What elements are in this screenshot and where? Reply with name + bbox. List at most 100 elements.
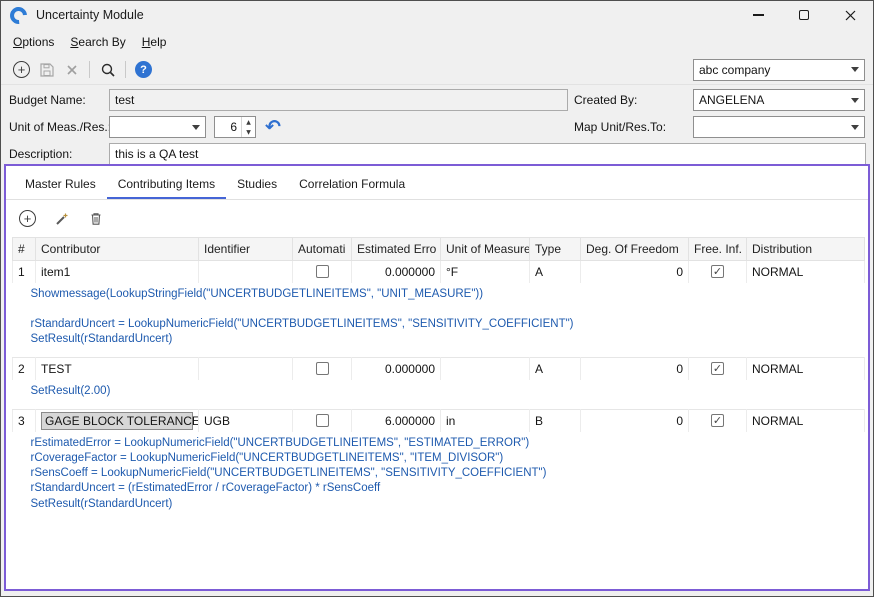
automatic-cell[interactable]: ✓: [293, 261, 352, 283]
free-inf-checkbox[interactable]: ✓: [711, 414, 724, 427]
add-button[interactable]: +: [9, 57, 34, 82]
automatic-checkbox[interactable]: ✓: [316, 362, 329, 375]
automatic-cell[interactable]: ✓: [293, 358, 352, 380]
unit-of-meas-select[interactable]: [109, 116, 206, 138]
contributing-items-panel: Master Rules Contributing Items Studies …: [4, 164, 870, 591]
distribution-cell[interactable]: NORMAL: [747, 409, 865, 432]
type-cell[interactable]: A: [530, 358, 581, 380]
created-by-dropdown-arrow[interactable]: [846, 90, 864, 110]
distribution-cell[interactable]: NORMAL: [747, 261, 865, 283]
col-header-distribution[interactable]: Distribution: [747, 238, 865, 261]
close-button[interactable]: [827, 1, 873, 29]
company-select[interactable]: abc company: [693, 59, 865, 81]
tab-master-rules[interactable]: Master Rules: [14, 170, 107, 199]
type-cell[interactable]: B: [530, 409, 581, 432]
menu-help[interactable]: Help: [134, 31, 175, 53]
map-unit-dropdown-arrow[interactable]: [846, 117, 864, 137]
table-row: 1 item1 ✓ 0.000000 °F A 0 ✓ NORMAL: [13, 261, 865, 283]
row-number[interactable]: 1: [13, 261, 36, 283]
col-header-contributor[interactable]: Contributor: [36, 238, 199, 261]
chevron-down-icon: [851, 67, 859, 72]
minimize-button[interactable]: [735, 1, 781, 29]
dof-cell[interactable]: 0: [581, 409, 689, 432]
free-inf-cell[interactable]: ✓: [689, 261, 747, 283]
add-item-button[interactable]: +: [15, 206, 40, 231]
col-header-unit[interactable]: Unit of Measure: [441, 238, 530, 261]
identifier-cell[interactable]: [199, 261, 293, 283]
col-header-estimated-error[interactable]: Estimated Erro: [352, 238, 441, 261]
estimated-error-cell[interactable]: 0.000000: [352, 358, 441, 380]
resolution-stepper[interactable]: 6 ▲ ▼: [214, 116, 256, 138]
unit-cell[interactable]: in: [441, 409, 530, 432]
row-number[interactable]: 3: [13, 409, 36, 432]
col-header-dof[interactable]: Deg. Of Freedom: [581, 238, 689, 261]
col-header-automatic[interactable]: Automati: [293, 238, 352, 261]
dof-cell[interactable]: 0: [581, 358, 689, 380]
budget-form: Budget Name: Created By: ANGELENA Unit o…: [1, 85, 873, 165]
table-row: 2 TEST ✓ 0.000000 A 0 ✓ NORMAL: [13, 358, 865, 380]
automatic-cell[interactable]: ✓: [293, 409, 352, 432]
tab-contributing-items[interactable]: Contributing Items: [107, 170, 226, 199]
unit-of-meas-dropdown-arrow[interactable]: [187, 117, 205, 137]
automatic-checkbox[interactable]: ✓: [316, 414, 329, 427]
edit-formula-button[interactable]: [49, 206, 74, 231]
row-number[interactable]: 2: [13, 358, 36, 380]
maximize-icon: [799, 10, 809, 20]
contributor-edit-field[interactable]: GAGE BLOCK TOLERANCE: [41, 412, 193, 430]
table-header-row: # Contributor Identifier Automati Estima…: [13, 238, 865, 261]
free-inf-checkbox[interactable]: ✓: [711, 362, 724, 375]
company-dropdown-arrow[interactable]: [846, 60, 864, 80]
app-window: Uncertainty Module Options Search By Hel…: [0, 0, 874, 597]
identifier-cell[interactable]: UGB: [199, 409, 293, 432]
rule-code[interactable]: Showmessage(LookupStringField("UNCERTBUD…: [13, 283, 865, 358]
help-button[interactable]: ?: [131, 57, 156, 82]
free-inf-cell[interactable]: ✓: [689, 358, 747, 380]
distribution-cell[interactable]: NORMAL: [747, 358, 865, 380]
undo-button[interactable]: ↶: [265, 117, 281, 137]
delete-button[interactable]: [59, 57, 84, 82]
col-header-free-inf[interactable]: Free. Inf.: [689, 238, 747, 261]
menu-search-by[interactable]: Search By: [62, 31, 133, 53]
free-inf-cell[interactable]: ✓: [689, 409, 747, 432]
created-by-select[interactable]: ANGELENA: [693, 89, 865, 111]
resolution-value: 6: [215, 117, 241, 137]
maximize-button[interactable]: [781, 1, 827, 29]
col-header-identifier[interactable]: Identifier: [199, 238, 293, 261]
wand-icon: [54, 211, 70, 227]
description-input[interactable]: [109, 143, 866, 165]
estimated-error-cell[interactable]: 0.000000: [352, 261, 441, 283]
delete-item-button[interactable]: [83, 206, 108, 231]
col-header-type[interactable]: Type: [530, 238, 581, 261]
automatic-checkbox[interactable]: ✓: [316, 265, 329, 278]
grid-toolbar: +: [6, 200, 868, 236]
rule-code[interactable]: rEstimatedError = LookupNumericField("UN…: [13, 432, 865, 522]
close-icon: [845, 10, 856, 21]
estimated-error-cell[interactable]: 6.000000: [352, 409, 441, 432]
tab-studies[interactable]: Studies: [226, 170, 288, 199]
dof-cell[interactable]: 0: [581, 261, 689, 283]
budget-name-label: Budget Name:: [9, 93, 86, 107]
rule-code[interactable]: SetResult(2.00): [13, 380, 865, 410]
contributor-cell[interactable]: TEST: [36, 358, 199, 380]
rule-code-row: SetResult(2.00): [13, 380, 865, 410]
toolbar-separator: [89, 61, 90, 78]
menu-options[interactable]: Options: [5, 31, 62, 53]
toolbar-separator: [125, 61, 126, 78]
unit-cell[interactable]: °F: [441, 261, 530, 283]
minimize-icon: [753, 14, 764, 15]
spin-down-icon[interactable]: ▼: [242, 127, 255, 137]
add-icon: +: [13, 61, 30, 78]
search-button[interactable]: [95, 57, 120, 82]
budget-name-input[interactable]: [109, 89, 568, 111]
spin-up-icon[interactable]: ▲: [242, 117, 255, 127]
col-header-number[interactable]: #: [13, 238, 36, 261]
map-unit-select[interactable]: [693, 116, 865, 138]
tab-correlation-formula[interactable]: Correlation Formula: [288, 170, 416, 199]
identifier-cell[interactable]: [199, 358, 293, 380]
contributor-cell[interactable]: item1: [36, 261, 199, 283]
type-cell[interactable]: A: [530, 261, 581, 283]
unit-cell[interactable]: [441, 358, 530, 380]
save-button[interactable]: [34, 57, 59, 82]
contributor-cell[interactable]: GAGE BLOCK TOLERANCE: [36, 409, 199, 432]
free-inf-checkbox[interactable]: ✓: [711, 265, 724, 278]
